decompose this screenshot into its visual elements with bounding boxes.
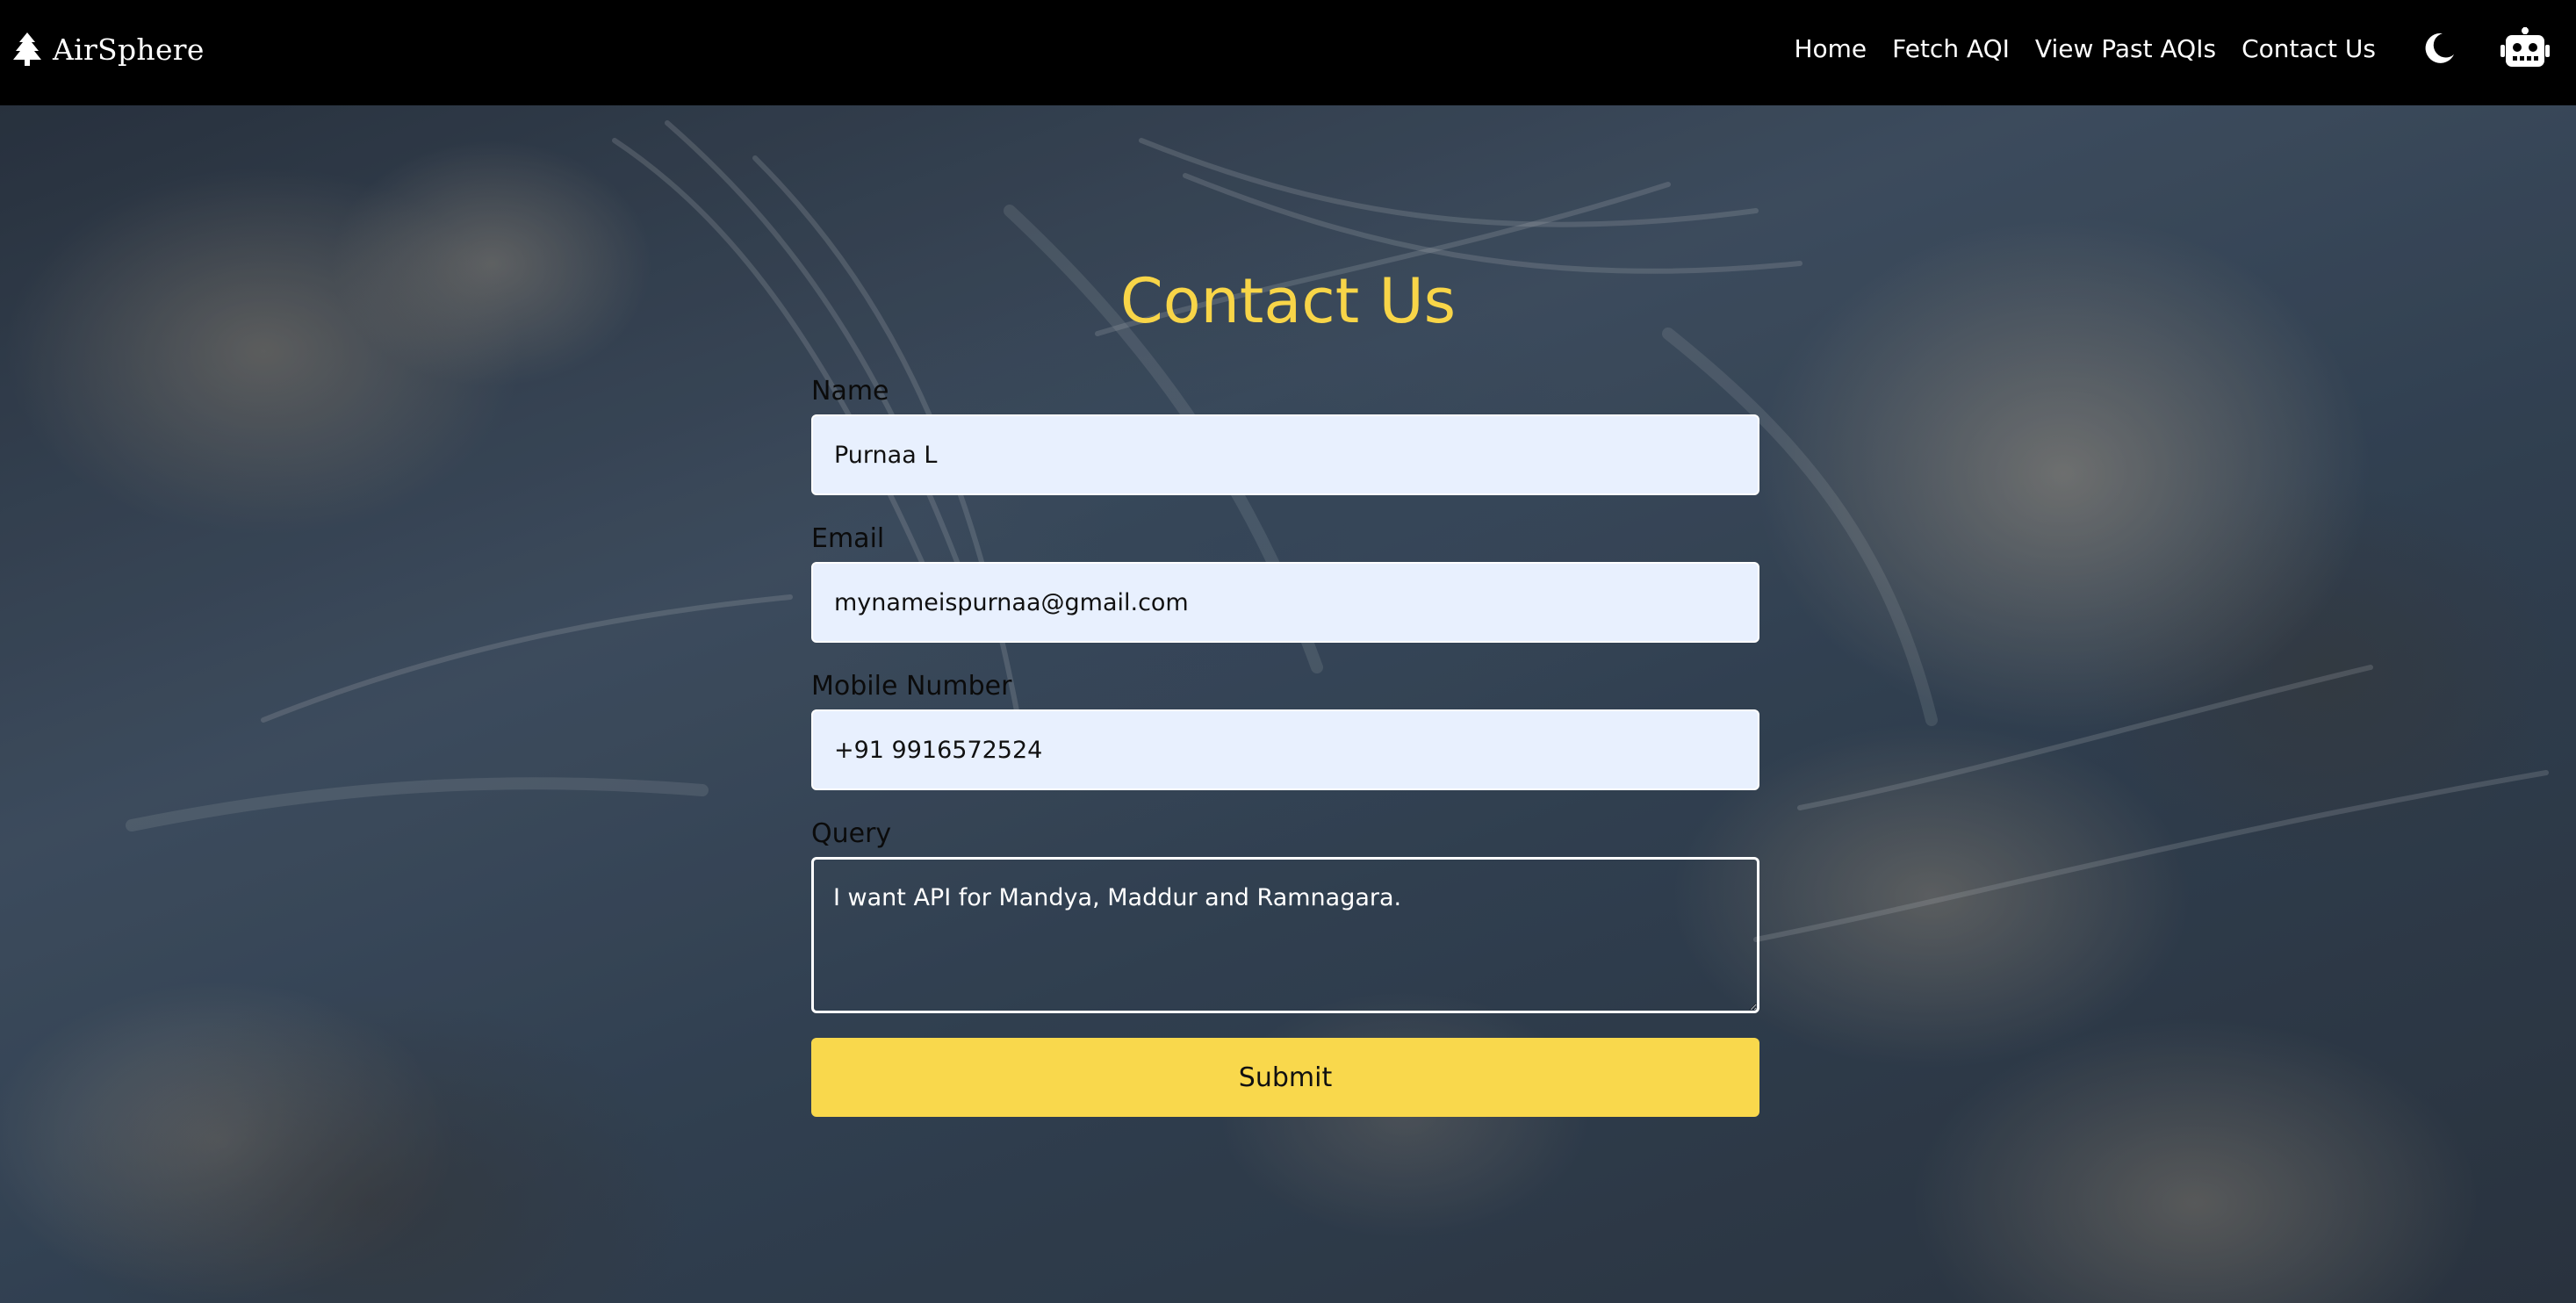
contact-form: Name Email Mobile Number Query I want AP… xyxy=(811,369,1759,1117)
email-field[interactable] xyxy=(811,562,1759,643)
query-textarea[interactable]: I want API for Mandya, Maddur and Ramnag… xyxy=(811,857,1759,1013)
nav-view-past-aqis[interactable]: View Past AQIs xyxy=(2035,34,2216,63)
nav-links: Home Fetch AQI View Past AQIs Contact Us xyxy=(1794,0,2576,97)
page-title: Contact Us xyxy=(1119,265,1457,337)
name-label: Name xyxy=(811,376,889,407)
mobile-label: Mobile Number xyxy=(811,671,1012,702)
mobile-field[interactable] xyxy=(811,709,1759,790)
name-field[interactable] xyxy=(811,414,1759,495)
navbar: AirSphere Home Fetch AQI View Past AQIs … xyxy=(0,0,2576,105)
query-label: Query xyxy=(811,818,892,849)
nav-fetch-aqi[interactable]: Fetch AQI xyxy=(1892,34,2010,63)
brand[interactable]: AirSphere xyxy=(12,26,205,72)
nav-home[interactable]: Home xyxy=(1794,34,1867,63)
moon-icon[interactable] xyxy=(2421,31,2457,66)
email-label: Email xyxy=(811,523,885,554)
nav-contact-us[interactable]: Contact Us xyxy=(2241,34,2376,63)
submit-button[interactable]: Submit xyxy=(811,1038,1759,1117)
brand-name: AirSphere xyxy=(53,32,205,67)
tree-icon xyxy=(13,32,41,66)
robot-icon[interactable] xyxy=(2500,27,2550,69)
